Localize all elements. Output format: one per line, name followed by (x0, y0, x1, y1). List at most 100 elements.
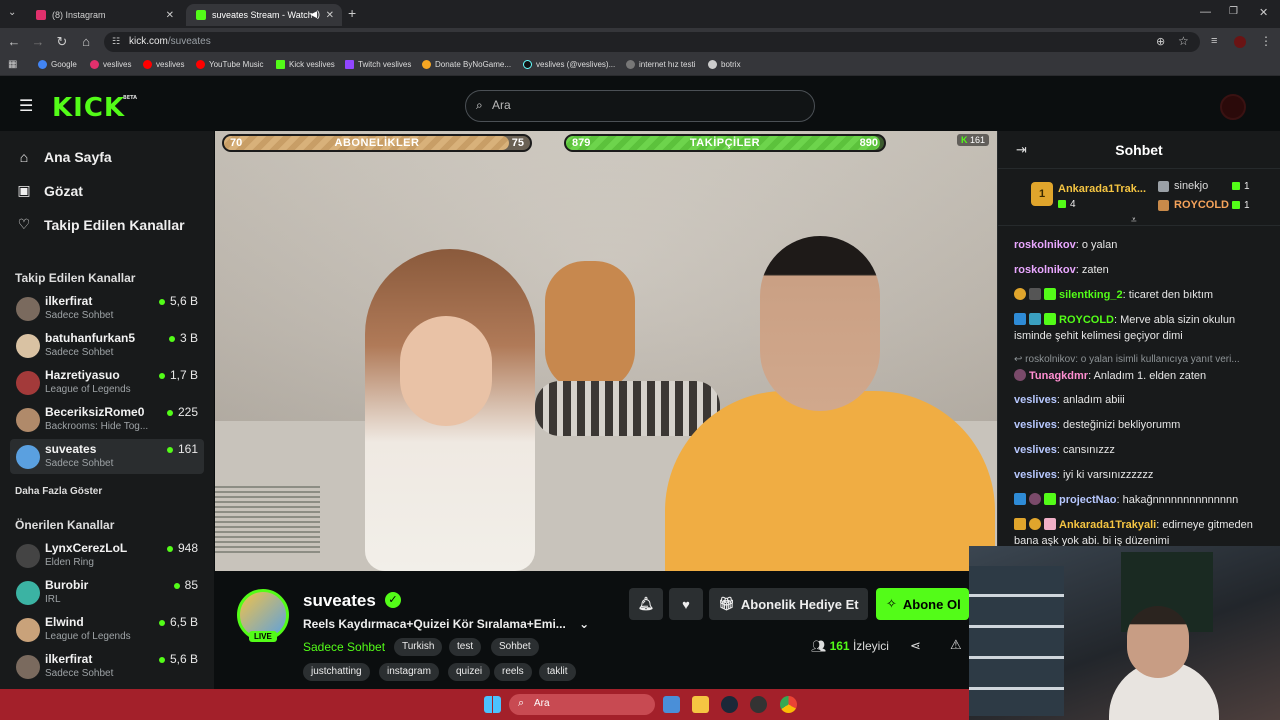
channel-avatar (16, 408, 40, 432)
channel-name: Hazretiyasuo (45, 368, 120, 382)
og-badge-icon (1029, 313, 1041, 325)
report-warning-icon[interactable]: ⚠ (950, 637, 962, 653)
tab-instagram[interactable]: (8) Instagram ✕ (26, 4, 182, 26)
verified-badge-icon (1014, 493, 1026, 505)
kick-icon (276, 60, 285, 69)
share-icon[interactable]: ⋖ (910, 638, 921, 654)
tag-quizei[interactable]: quizei (448, 663, 491, 681)
nav-browse[interactable]: ▣ Gözat (16, 182, 83, 199)
close-window-icon[interactable]: ✕ (1259, 6, 1268, 19)
minimize-icon[interactable]: — (1200, 6, 1211, 18)
subs-goal-bar: 70 ABONELİKLER 75 (222, 134, 532, 152)
channel-item-ilkerfirat[interactable]: ilkerfirat Sadece Sohbet 5,6 B (10, 649, 204, 684)
channel-item-burobir[interactable]: Burobir IRL 85 (10, 575, 204, 610)
youtube-music-icon (196, 60, 205, 69)
reply-icon: ↩ (1014, 354, 1026, 365)
expand-leaderboard-icon[interactable]: ⩡ (1131, 215, 1137, 226)
nav-home[interactable]: ⌂ Ana Sayfa (16, 149, 112, 165)
heart-icon: ♥ (682, 596, 690, 612)
bookmark-speed-test[interactable]: internet hız testi (626, 60, 695, 69)
channel-item-ilkerfirat[interactable]: ilkerfirat Sadece Sohbet 5,6 B (10, 291, 204, 326)
new-tab-button[interactable]: + (348, 5, 356, 21)
channel-item-lynxcerezlol[interactable]: LynxCerezLoL Elden Ring 948 (10, 538, 204, 573)
channel-viewer-count: 5,6 B (159, 294, 198, 308)
home-icon[interactable]: ⌂ (78, 34, 94, 49)
bookmark-donate[interactable]: Donate ByNoGame... (422, 60, 511, 69)
channel-item-suveates[interactable]: suveates Sadece Sohbet 161 (10, 439, 204, 474)
notification-bell-button[interactable]: 🔔︎ (629, 588, 663, 620)
top-gifter-name[interactable]: Ankarada1Trak... (1058, 183, 1146, 195)
apps-grid-icon[interactable]: ▦ (8, 59, 17, 70)
follow-heart-button[interactable]: ♥ (669, 588, 703, 620)
globe-icon (626, 60, 635, 69)
gift-icon (1058, 200, 1066, 209)
second-gifter-name[interactable]: sinekjo (1174, 180, 1208, 192)
bookmark-youtube-music[interactable]: YouTube Music (196, 60, 264, 69)
media-control-icon[interactable]: ≡ (1211, 35, 1217, 47)
tag-turkish[interactable]: Turkish (394, 638, 443, 656)
reload-icon[interactable]: ↻ (54, 34, 70, 50)
bookmark-tiktok[interactable]: veslives (@veslives)... (523, 60, 615, 69)
channel-item-beceriksizrome0[interactable]: BeceriksizRome0 Backrooms: Hide Tog... 225 (10, 402, 204, 437)
channel-avatar (16, 371, 40, 395)
gift-subscription-button[interactable]: 🎁︎ Abonelik Hediye Et (709, 588, 868, 620)
tag-test[interactable]: test (449, 638, 482, 656)
tag-reels[interactable]: reels (494, 663, 532, 681)
bookmark-botrix[interactable]: botrix (708, 60, 741, 69)
chrome-icon[interactable] (780, 696, 797, 713)
site-info-icon[interactable]: ☷ (112, 36, 120, 47)
channel-viewer-count: 6,5 B (159, 615, 198, 629)
browser-menu-icon[interactable]: ⋮ (1260, 34, 1272, 48)
restore-icon[interactable]: ❐ (1229, 6, 1238, 17)
kick-logo[interactable]: KICK BETA (52, 93, 137, 123)
search-box[interactable]: ⌕ (465, 90, 815, 122)
bookmark-google[interactable]: Google (38, 60, 77, 69)
video-player[interactable]: 70 ABONELİKLER 75 879 TAKİPÇİLER 890 K 1… (215, 131, 997, 571)
tag-justchatting[interactable]: justchatting (303, 663, 370, 681)
taskbar-search[interactable]: ⌕ Ara (509, 694, 655, 715)
speaker-icon[interactable]: ◀) (310, 9, 320, 20)
search-input[interactable] (492, 98, 792, 112)
stream-category-link[interactable]: Sadece Sohbet (303, 640, 385, 654)
video-face-left (400, 316, 492, 426)
close-tab-icon[interactable]: ✕ (166, 10, 174, 21)
tab-kick-stream[interactable]: suveates Stream - Watch Li ◀) ✕ (186, 4, 342, 26)
tag-taklit[interactable]: taklit (539, 663, 576, 681)
bookmark-instagram[interactable]: veslives (90, 60, 131, 69)
reply-context: ↩ roskolnikov: o yalan isimli kullanıcıy… (1014, 354, 1240, 365)
close-tab-icon[interactable]: ✕ (326, 10, 334, 21)
windows-start-icon[interactable] (484, 696, 501, 713)
bookmark-kick[interactable]: Kick veslives (276, 60, 335, 69)
widgets-icon[interactable] (663, 696, 680, 713)
user-avatar[interactable] (1220, 94, 1246, 120)
address-bar[interactable]: ☷ kick.com/suveates ⊕ ☆ (104, 32, 1200, 52)
back-icon[interactable]: ← (6, 34, 22, 49)
channel-item-elwind[interactable]: Elwind League of Legends 6,5 B (10, 612, 204, 647)
bookmark-youtube[interactable]: veslives (143, 60, 184, 69)
show-more-link[interactable]: Daha Fazla Göster (15, 486, 102, 497)
browser-tab-strip: ⌄ (8) Instagram ✕ suveates Stream - Watc… (0, 0, 1280, 28)
nav-following[interactable]: ♡ Takip Edilen Kanallar (16, 216, 185, 233)
tag-instagram[interactable]: instagram (379, 663, 439, 681)
channel-item-hazretiyasuo[interactable]: Hazretiyasuo League of Legends 1,7 B (10, 365, 204, 400)
app-icon[interactable] (750, 696, 767, 713)
bookmark-twitch[interactable]: Twitch veslives (345, 60, 411, 69)
channel-category: League of Legends (45, 631, 131, 642)
recommended-channels-heading: Önerilen Kanallar (15, 518, 115, 532)
subscribe-button[interactable]: ✧ Abone Ol (876, 588, 969, 620)
steam-icon[interactable] (721, 696, 738, 713)
third-gifter-name[interactable]: ROYCOLD (1174, 199, 1229, 211)
hamburger-menu-icon[interactable]: ☰ (19, 96, 33, 116)
forward-icon[interactable]: → (30, 34, 46, 49)
channel-item-batuhanfurkan5[interactable]: batuhanfurkan5 Sadece Sohbet 3 B (10, 328, 204, 363)
kick-icon (196, 10, 206, 20)
tag-sohbet[interactable]: Sohbet (491, 638, 539, 656)
profile-avatar[interactable] (1234, 36, 1246, 48)
channel-name: suveates (45, 442, 97, 456)
chevron-down-icon[interactable]: ⌄ (579, 617, 589, 631)
streamer-name[interactable]: suveates (303, 591, 376, 611)
tab-search-chevron-icon[interactable]: ⌄ (8, 7, 16, 18)
zoom-icon[interactable]: ⊕ (1156, 35, 1165, 48)
file-explorer-icon[interactable] (692, 696, 709, 713)
bookmark-star-icon[interactable]: ☆ (1178, 34, 1189, 48)
